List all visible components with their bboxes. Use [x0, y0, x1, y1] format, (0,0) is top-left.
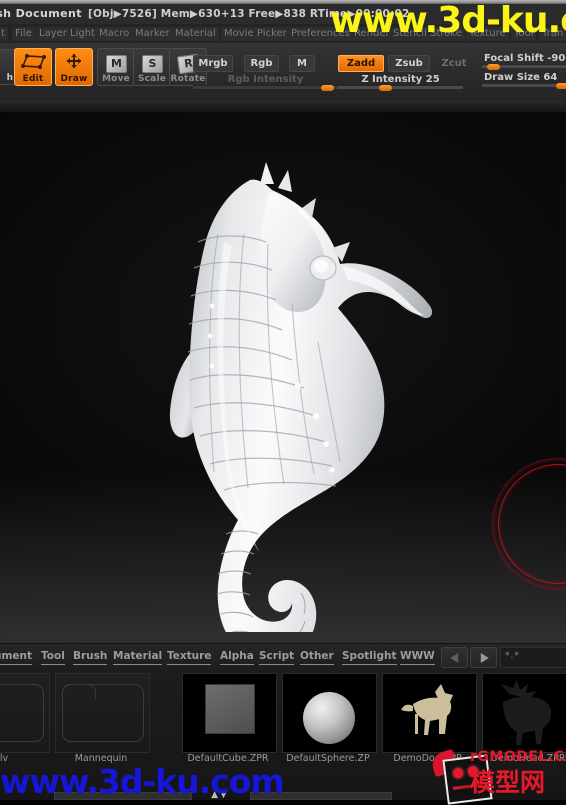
menu-item-movie[interactable]: Movie: [221, 27, 257, 41]
m-button[interactable]: M: [289, 55, 315, 72]
tool-demo-dog-thumbnail[interactable]: [382, 673, 477, 753]
folder-tab-icon: [62, 684, 96, 699]
title-bar: ush Document [Obj▶7526] Mem▶630+13 Free▶…: [0, 4, 566, 25]
z-intensity-slider[interactable]: Z Intensity 25: [338, 74, 463, 91]
badge-eye-left: [452, 767, 464, 779]
palette-tab-material[interactable]: Material: [113, 649, 163, 665]
menu-item-texture[interactable]: Texture: [466, 27, 509, 41]
palette-tab-ument[interactable]: ument: [0, 649, 33, 665]
palette-tab-texture[interactable]: Texture: [167, 649, 212, 665]
palette-tab-brush[interactable]: Brush: [73, 649, 108, 665]
scale-label: Scale: [137, 74, 167, 84]
palette-scrollbar-right[interactable]: [250, 792, 392, 800]
rgb-button[interactable]: Rgb: [244, 55, 279, 72]
seahorse-sculpt-model[interactable]: [120, 122, 450, 632]
tool-mannequin-label: Mannequin: [74, 753, 128, 764]
menu-item-t[interactable]: t: [0, 27, 8, 41]
tool-mannequin-thumbnail[interactable]: [55, 673, 150, 753]
menu-item-light[interactable]: Light: [67, 27, 98, 41]
M-icon: M: [98, 52, 134, 73]
canvas-3d-viewport[interactable]: [0, 112, 566, 643]
z-intensity-knob[interactable]: [379, 85, 393, 91]
rgb-intensity-label: Rgb Intensity: [227, 74, 304, 85]
draw-label: Draw: [60, 74, 88, 84]
zadd-button[interactable]: Zadd: [338, 55, 384, 72]
menu-item-picker[interactable]: Picker: [254, 27, 290, 41]
move-button[interactable]: M Move: [97, 48, 135, 86]
tool-default-cube-thumbnail[interactable]: [182, 673, 277, 753]
menu-item-tool[interactable]: Tool: [511, 27, 537, 41]
menu-item-preferences[interactable]: Preferences: [288, 27, 353, 41]
menu-item-stencil[interactable]: Stencil: [390, 27, 430, 41]
menu-item-marker[interactable]: Marker: [132, 27, 173, 41]
palette-updown-arrows[interactable]: ▲▼: [196, 790, 244, 800]
zsub-button[interactable]: Zsub: [388, 55, 430, 72]
mrgb-button[interactable]: Mrgb: [193, 55, 233, 72]
menu-item-material[interactable]: Material: [172, 27, 219, 41]
focal-shift-slider[interactable]: Focal Shift -90: [482, 53, 566, 70]
menu-item-file[interactable]: File: [12, 27, 35, 41]
scale-button[interactable]: S Scale: [133, 48, 171, 86]
moose-preview-icon: [483, 674, 566, 752]
menu-item-stroke[interactable]: Stroke: [427, 27, 465, 41]
folder-icon: [0, 684, 44, 742]
edit-label: Edit: [22, 74, 44, 84]
dog-preview-icon: [383, 674, 476, 752]
canvas-top-edge: [0, 100, 566, 112]
prev-arrow-icon: [449, 652, 458, 663]
menu-item-render[interactable]: Render: [351, 27, 393, 41]
main-toolbar: h Edit Draw M Move S Scale R Rotate Mrgb Rgb M Za…: [0, 43, 566, 101]
palette-tab-tool[interactable]: Tool: [41, 649, 65, 665]
draw-button[interactable]: Draw: [55, 48, 93, 86]
tool-default-sphere-thumbnail[interactable]: [282, 673, 377, 753]
palette-tab-script[interactable]: Script: [259, 649, 295, 665]
cube-preview-icon: [205, 684, 255, 734]
edit-button[interactable]: Edit: [14, 48, 52, 86]
filter-field[interactable]: *.*: [500, 647, 566, 668]
palette-tab-spotlight[interactable]: Spotlight: [342, 649, 397, 665]
sphere-preview-icon: [303, 692, 355, 744]
current-brush-label: h: [6, 73, 13, 83]
app-title: ush Document: [0, 7, 82, 20]
draw-size-knob[interactable]: [555, 83, 566, 89]
rgb-intensity-knob[interactable]: [320, 85, 334, 91]
tool-blv-label: blv: [0, 753, 9, 764]
S-icon: S: [134, 52, 170, 73]
watermark-cgmodel-cn: 模型网: [470, 768, 546, 797]
tool-blv-thumbnail[interactable]: [0, 673, 50, 753]
crosshair-icon-icon: [56, 52, 92, 71]
palette-tab-www[interactable]: WWW: [400, 649, 435, 665]
scale-glyph-icon: S: [142, 55, 163, 73]
menu-item-macro[interactable]: Macro: [96, 27, 133, 41]
tool-default-cube-label: DefaultCube.ZPR: [187, 753, 269, 764]
z-intensity-label: Z Intensity 25: [361, 74, 440, 85]
zbrush-window: ush Document [Obj▶7526] Mem▶630+13 Free▶…: [0, 0, 566, 805]
next-arrow-button[interactable]: [470, 647, 497, 668]
move-glyph-icon: M: [106, 55, 127, 73]
quad-frame-icon-icon: [15, 52, 51, 71]
focal-shift-knob[interactable]: [487, 64, 501, 70]
move-label: Move: [102, 74, 130, 84]
document-area[interactable]: [0, 100, 566, 643]
next-arrow-icon: [480, 652, 489, 663]
rgb-intensity-slider[interactable]: Rgb Intensity: [193, 74, 338, 91]
menu-item-layer[interactable]: Layer: [36, 27, 70, 41]
prev-arrow-button[interactable]: [441, 647, 468, 668]
tool-demo-head-thumbnail[interactable]: [482, 673, 566, 753]
draw-size-label: Draw Size 64: [484, 72, 558, 83]
palette-tab-alpha[interactable]: Alpha: [220, 649, 254, 665]
status-stats: [Obj▶7526] Mem▶630+13 Free▶838 RTime▶00:…: [88, 8, 410, 20]
menu-bar: t File Layer Light Macro Marker Material Movie P…: [0, 24, 566, 44]
draw-size-slider[interactable]: Draw Size 64: [482, 72, 566, 89]
tool-default-sphere-label: DefaultSphere.ZP: [286, 753, 370, 764]
menu-item-tran[interactable]: Tran: [539, 27, 566, 41]
palette-tab-other[interactable]: Other: [300, 649, 334, 665]
zcut-button[interactable]: Zcut: [434, 55, 474, 72]
palette-scrollbar-left[interactable]: [54, 792, 192, 800]
bottom-palette-menu: *.* ument Tool Brush MaterialTexture Alpha Sc…: [0, 643, 566, 670]
